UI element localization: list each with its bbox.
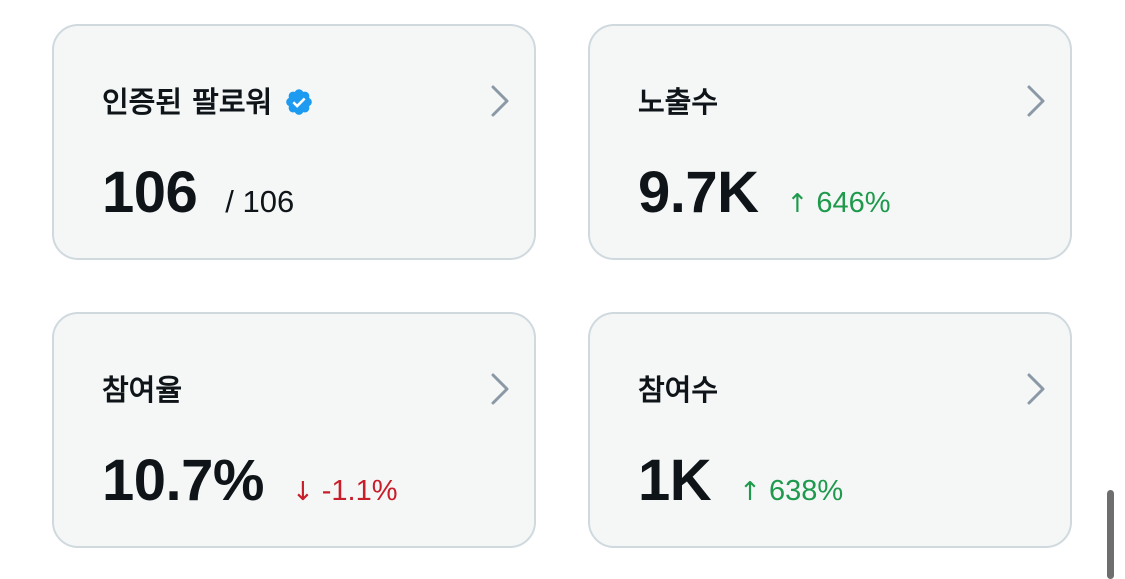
metric-value: 106	[102, 160, 198, 225]
chevron-right-icon	[1027, 85, 1045, 117]
change-indicator: ↑ 638%	[739, 475, 843, 508]
chevron-right-icon	[491, 373, 509, 405]
metric-value: 9.7K	[638, 160, 759, 225]
engagement-rate-card[interactable]: 참여율 10.7% ↓ -1.1%	[52, 312, 536, 548]
verified-followers-card[interactable]: 인증된 팔로워 106 / 106	[52, 24, 536, 260]
metric-total: / 106	[225, 184, 295, 219]
engagements-card[interactable]: 참여수 1K ↑ 638%	[588, 312, 1072, 548]
value-row: 1K ↑ 638%	[638, 448, 843, 514]
card-title-label: 노출수	[638, 85, 719, 119]
card-title: 노출수	[638, 84, 718, 120]
value-row: 10.7% ↓ -1.1%	[102, 448, 398, 514]
verified-badge-icon	[286, 89, 312, 115]
arrow-up-icon: ↑	[786, 189, 809, 219]
analytics-page: 인증된 팔로워 106 / 106 노출수 9.7K ↑ 646% 참여율 10…	[0, 0, 1125, 579]
value-row: 106 / 106	[102, 160, 294, 226]
card-title-label: 인증된 팔로워	[102, 85, 273, 119]
change-value: -1.1%	[321, 475, 398, 507]
card-title: 참여율	[102, 372, 182, 408]
card-title: 참여수	[638, 372, 718, 408]
impressions-card[interactable]: 노출수 9.7K ↑ 646%	[588, 24, 1072, 260]
arrow-up-icon: ↑	[739, 477, 761, 507]
value-row: 9.7K ↑ 646%	[638, 160, 890, 226]
chevron-right-icon	[1027, 373, 1045, 405]
chevron-right-icon	[491, 85, 509, 117]
change-value: 638%	[768, 475, 844, 507]
change-value: 646%	[816, 187, 891, 219]
change-indicator: ↓ -1.1%	[292, 475, 398, 508]
metric-value: 1K	[638, 448, 712, 513]
card-title: 인증된 팔로워	[102, 84, 314, 120]
arrow-down-icon: ↓	[291, 477, 314, 507]
card-title-label: 참여율	[102, 373, 183, 407]
change-indicator: ↑ 646%	[787, 187, 891, 220]
metric-value: 10.7%	[102, 448, 264, 513]
card-title-label: 참여수	[638, 373, 719, 407]
scrollbar-thumb[interactable]	[1107, 490, 1114, 579]
